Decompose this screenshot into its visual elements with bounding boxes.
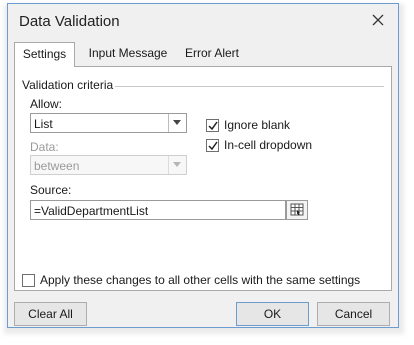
allow-label: Allow: [30, 97, 63, 111]
source-value: =ValidDepartmentList [34, 204, 149, 218]
cancel-button[interactable]: Cancel [317, 302, 390, 326]
data-label: Data: [30, 140, 59, 154]
range-select-icon [290, 203, 304, 216]
tab-settings[interactable]: Settings [14, 42, 75, 67]
allow-dropdown-button[interactable] [168, 114, 186, 132]
source-label: Source: [30, 183, 72, 197]
data-dropdown-button [168, 156, 186, 174]
close-icon[interactable] [368, 10, 388, 30]
apply-all-checkbox[interactable] [22, 274, 35, 287]
settings-panel: Validation criteria Allow: List Ignore b… [14, 66, 392, 291]
ignore-blank-label[interactable]: Ignore blank [224, 118, 290, 132]
ignore-blank-checkbox[interactable] [206, 119, 219, 132]
chevron-down-icon [173, 120, 181, 125]
incell-dropdown-label[interactable]: In-cell dropdown [224, 138, 312, 152]
data-combobox: between [30, 155, 187, 175]
apply-all-label[interactable]: Apply these changes to all other cells w… [40, 273, 360, 287]
tab-input-message[interactable]: Input Message [82, 42, 174, 66]
chevron-down-icon [173, 162, 181, 167]
range-selector-button[interactable] [286, 200, 308, 220]
group-divider [115, 86, 384, 87]
check-icon [208, 121, 218, 131]
check-icon [208, 141, 218, 151]
incell-dropdown-checkbox[interactable] [206, 139, 219, 152]
dialog-title: Data Validation [19, 13, 120, 30]
allow-value: List [34, 117, 53, 131]
data-validation-dialog: Data Validation Settings Input Message E… [7, 3, 399, 328]
data-value: between [34, 159, 80, 173]
allow-combobox[interactable]: List [30, 113, 187, 133]
clear-all-button[interactable]: Clear All [14, 302, 87, 326]
validation-criteria-label: Validation criteria [22, 78, 118, 92]
title-bar: Data Validation [8, 4, 398, 38]
source-input[interactable]: =ValidDepartmentList [30, 200, 286, 220]
tab-error-alert[interactable]: Error Alert [178, 42, 246, 66]
ok-button[interactable]: OK [236, 302, 309, 326]
